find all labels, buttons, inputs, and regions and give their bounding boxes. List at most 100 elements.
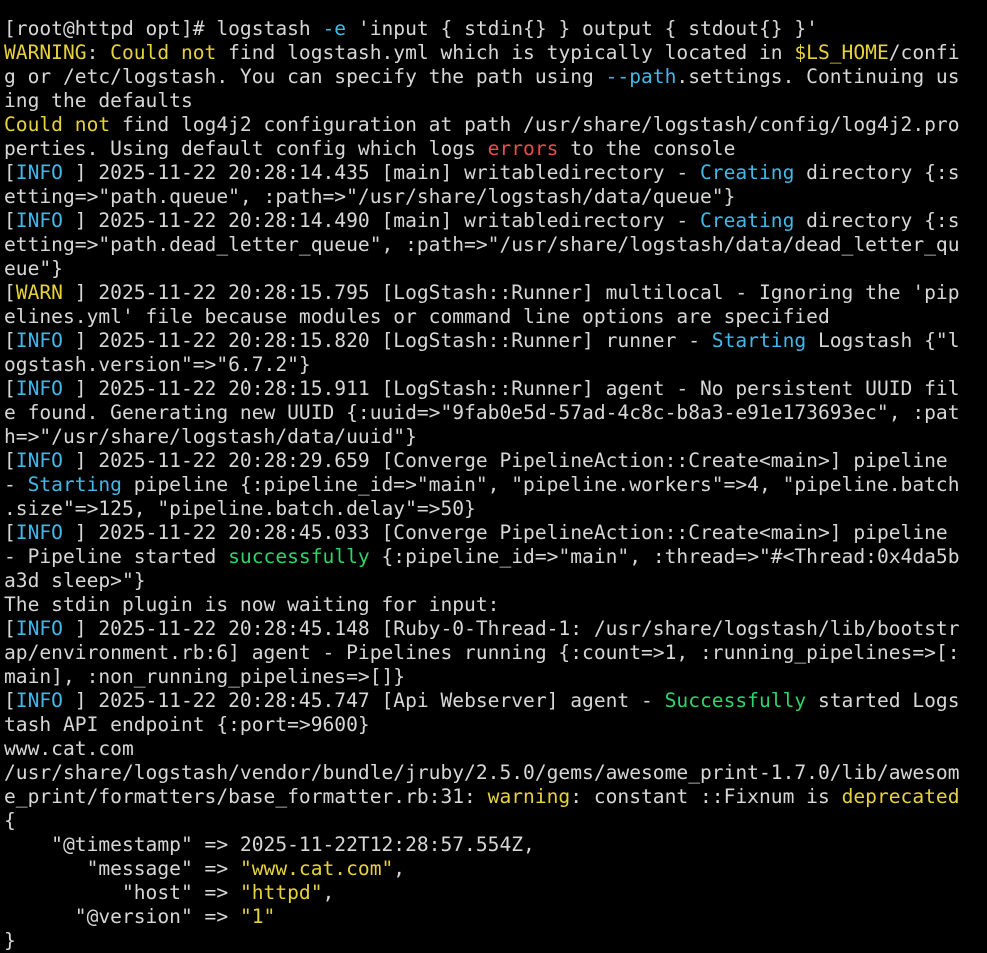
terminal-line: "@version" => "1"	[4, 905, 983, 929]
terminal-line: [WARN ] 2025-11-22 20:28:15.795 [LogStas…	[4, 281, 983, 305]
terminal-line: ing the defaults	[4, 89, 983, 113]
terminal-line: etting=>"path.queue", :path=>"/usr/share…	[4, 185, 983, 209]
terminal-text-segment: Starting	[711, 329, 807, 352]
terminal-text-segment: perties. Using default config which logs	[4, 137, 488, 160]
terminal-text-segment: ] 2025-11-22 20:28:45.148 [Ruby-0-Thread…	[62, 617, 960, 640]
terminal-text-segment: e found. Generating new UUID {:uuid=>"9f…	[4, 401, 960, 424]
terminal-text-segment: ] 2025-11-22 20:28:29.659 [Converge Pipe…	[62, 449, 948, 472]
terminal-line: a3d sleep>"}	[4, 569, 983, 593]
terminal-line: www.cat.com	[4, 737, 983, 761]
terminal-line	[4, 0, 983, 17]
terminal-text-segment: find log4j2 configuration at path /usr/s…	[110, 113, 960, 136]
terminal-line: .size"=>125, "pipeline.batch.delay"=>50}	[4, 497, 983, 521]
terminal-text-segment: ogstash.version"=>"6.7.2"}	[4, 353, 311, 376]
terminal-line: eue"}	[4, 257, 983, 281]
terminal-line: [INFO ] 2025-11-22 20:28:15.911 [LogStas…	[4, 377, 983, 401]
terminal-text-segment: INFO	[15, 521, 63, 544]
terminal-text-segment: ing the defaults	[4, 89, 193, 112]
terminal-text-segment: [	[4, 377, 16, 400]
terminal-text-segment: ] 2025-11-22 20:28:14.435 [main] writabl…	[62, 161, 700, 184]
terminal-text-segment: ] 2025-11-22 20:28:14.490 [main] writabl…	[62, 209, 700, 232]
terminal-text-segment: h=>"/usr/share/logstash/data/uuid"}	[4, 425, 417, 448]
terminal-text-segment: "@timestamp" => 2025-11-22T12:28:57.554Z…	[4, 833, 535, 856]
terminal-text-segment: elines.yml' file because modules or comm…	[4, 305, 830, 328]
terminal-text-segment: - Pipeline started	[4, 545, 229, 568]
terminal-text-segment: /confi	[888, 41, 960, 64]
terminal-text-segment: find logstash.yml which is typically loc…	[216, 41, 795, 64]
terminal-text-segment: INFO	[15, 617, 63, 640]
terminal-text-segment: e_print/formatters/base_formatter.rb:31:	[4, 785, 488, 808]
terminal-line: [INFO ] 2025-11-22 20:28:45.148 [Ruby-0-…	[4, 617, 983, 641]
terminal-line: [INFO ] 2025-11-22 20:28:14.435 [main] w…	[4, 161, 983, 185]
terminal-text-segment: [	[4, 281, 16, 304]
terminal-line: /usr/share/logstash/vendor/bundle/jruby/…	[4, 761, 983, 785]
terminal-text-segment: --path	[605, 65, 677, 88]
terminal-line: etting=>"path.dead_letter_queue", :path=…	[4, 233, 983, 257]
terminal-line: main], :non_running_pipelines=>[]}	[4, 665, 983, 689]
terminal-text-segment: successfully	[228, 545, 370, 568]
terminal-text-segment: g or /etc/logstash. You can specify the …	[4, 65, 606, 88]
terminal-text-segment: INFO	[15, 689, 63, 712]
terminal-line: ogstash.version"=>"6.7.2"}	[4, 353, 983, 377]
terminal-text-segment: {:pipeline_id=>"main", :thread=>"#<Threa…	[369, 545, 960, 568]
terminal-text-segment: $LS_HOME	[794, 41, 889, 64]
terminal-text-segment: [	[4, 449, 16, 472]
terminal-line: [INFO ] 2025-11-22 20:28:45.033 [Converg…	[4, 521, 983, 545]
terminal-text-segment: -e	[322, 17, 347, 40]
terminal-text-segment: "message" =>	[4, 857, 240, 880]
terminal-line: ap/environment.rb:6] agent - Pipelines r…	[4, 641, 983, 665]
terminal-text-segment: started Logs	[806, 689, 960, 712]
terminal-text-segment: [root@httpd opt]# logstash	[4, 17, 323, 40]
terminal-text-segment: ap/environment.rb:6] agent - Pipelines r…	[4, 641, 960, 664]
terminal-text-segment: www.cat.com	[4, 737, 134, 760]
terminal-text-segment: WARN	[15, 281, 63, 304]
terminal-text-segment: 'input { stdin{} } output { stdout{} }'	[346, 17, 818, 40]
terminal-text-segment: -	[4, 473, 28, 496]
terminal-text-segment: main], :non_running_pipelines=>[]}	[4, 665, 406, 688]
terminal-line: The stdin plugin is now waiting for inpu…	[4, 593, 983, 617]
terminal-text-segment: Successfully	[664, 689, 807, 712]
terminal-text-segment: [	[4, 689, 16, 712]
terminal-text-segment: "www.cat.com"	[239, 857, 394, 880]
terminal-text-segment: "@version" =>	[4, 905, 240, 928]
terminal-text-segment: WARNING	[4, 41, 87, 64]
terminal-output[interactable]: [root@httpd opt]# logstash -e 'input { s…	[0, 0, 987, 953]
terminal-text-segment: INFO	[15, 209, 63, 232]
terminal-text-segment: INFO	[15, 329, 63, 352]
terminal-line: {	[4, 809, 983, 833]
terminal-text-segment: "host" =>	[4, 881, 240, 904]
terminal-text-segment: directory {:s	[794, 161, 960, 184]
terminal-text-segment: Starting	[27, 473, 122, 496]
terminal-line: h=>"/usr/share/logstash/data/uuid"}	[4, 425, 983, 449]
terminal-line: WARNING: Could not find logstash.yml whi…	[4, 41, 983, 65]
terminal-text-segment: : constant ::Fixnum is	[570, 785, 842, 808]
terminal-line: e_print/formatters/base_formatter.rb:31:…	[4, 785, 983, 809]
terminal-line: [INFO ] 2025-11-22 20:28:15.820 [LogStas…	[4, 329, 983, 353]
terminal-line: - Pipeline started successfully {:pipeli…	[4, 545, 983, 569]
terminal-text-segment: tash API endpoint {:port=>9600}	[4, 713, 370, 736]
terminal-text-segment: }	[4, 929, 16, 952]
terminal-text-segment: [	[4, 329, 16, 352]
terminal-text-segment: to the console	[558, 137, 736, 160]
terminal-text-segment: ,	[393, 857, 406, 880]
terminal-text-segment: [	[4, 161, 16, 184]
terminal-text-segment: warning	[487, 785, 571, 808]
terminal-text-segment: ] 2025-11-22 20:28:45.747 [Api Webserver…	[62, 689, 665, 712]
terminal-text-segment: .settings. Continuing us	[676, 65, 960, 88]
terminal-text-segment: ] 2025-11-22 20:28:45.033 [Converge Pipe…	[62, 521, 948, 544]
terminal-text-segment: INFO	[15, 161, 63, 184]
terminal-text-segment: INFO	[15, 449, 63, 472]
terminal-text-segment: directory {:s	[794, 209, 960, 232]
terminal-text-segment: [	[4, 617, 16, 640]
terminal-text-segment: eue"}	[4, 257, 63, 280]
terminal-line: [root@httpd opt]# logstash -e 'input { s…	[4, 17, 983, 41]
terminal-text-segment: errors	[487, 137, 559, 160]
terminal-text-segment: "httpd"	[239, 881, 323, 904]
terminal-text-segment: [	[4, 209, 16, 232]
terminal-text-segment: INFO	[15, 377, 63, 400]
terminal-line: tash API endpoint {:port=>9600}	[4, 713, 983, 737]
terminal-text-segment: ] 2025-11-22 20:28:15.911 [LogStash::Run…	[62, 377, 960, 400]
terminal-text-segment: :	[86, 41, 111, 64]
terminal-line: "message" => "www.cat.com",	[4, 857, 983, 881]
terminal-text-segment: "1"	[239, 905, 276, 928]
